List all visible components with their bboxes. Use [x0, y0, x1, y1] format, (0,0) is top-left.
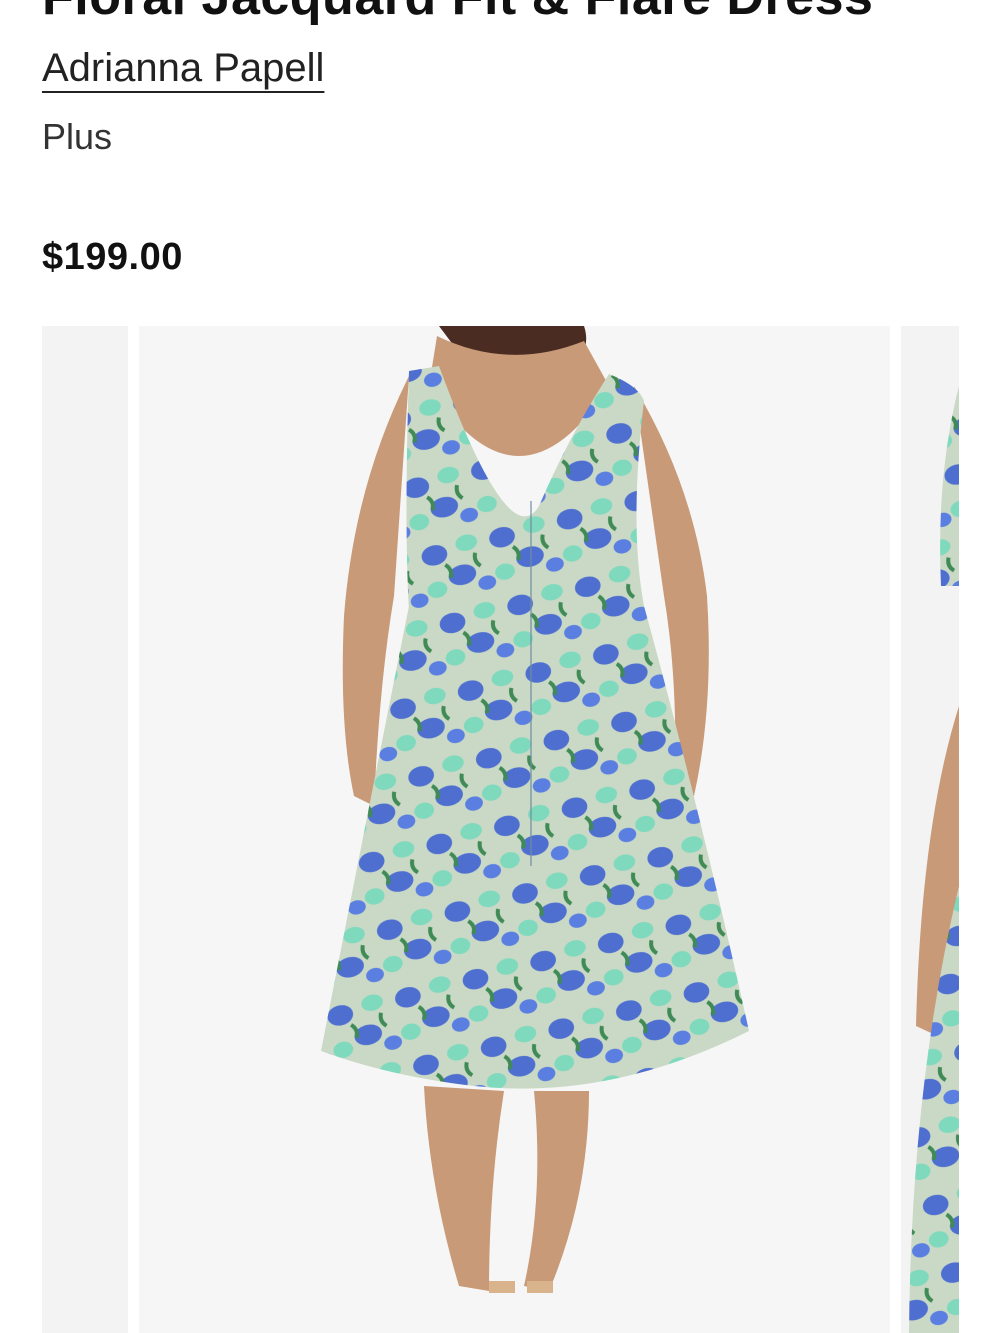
- next-image-preview: [909, 386, 959, 1333]
- size-type-label: Plus: [42, 116, 113, 157]
- product-image-gallery[interactable]: [0, 326, 1000, 1333]
- brand-link[interactable]: Adrianna Papell: [42, 46, 324, 91]
- main-product-image[interactable]: [139, 326, 890, 1333]
- product-title: Floral Jacquard Fit & Flare Dress: [42, 0, 873, 28]
- next-image-slide[interactable]: [901, 326, 959, 1333]
- previous-image-slide[interactable]: [42, 326, 128, 1333]
- dress-back-view-image: [321, 326, 749, 1293]
- product-price: $199.00: [42, 236, 183, 278]
